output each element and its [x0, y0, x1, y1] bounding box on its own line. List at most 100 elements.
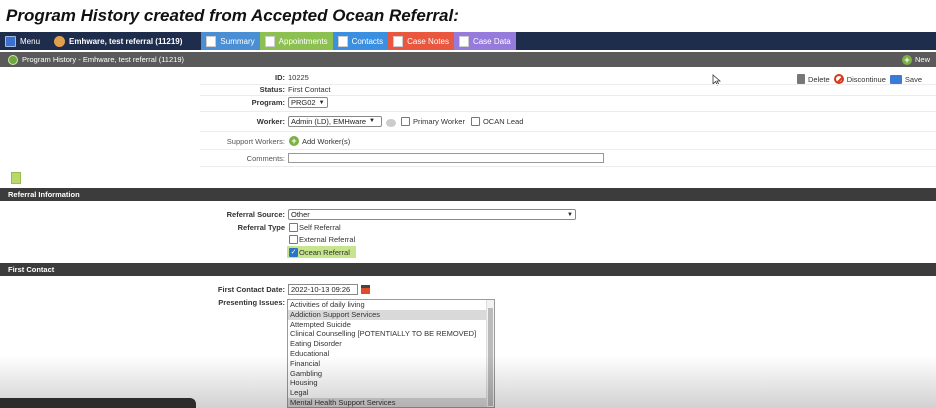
menu-icon [5, 35, 16, 47]
tab-case-notes[interactable]: Case Notes [388, 32, 454, 50]
tab-case-data[interactable]: Case Data [453, 32, 516, 50]
add-worker-label: Add Worker(s) [302, 136, 351, 146]
program-label: Program: [251, 98, 285, 107]
first-contact-date-value: 2022-10-13 09:26 [291, 285, 351, 294]
list-item[interactable]: Financial [288, 359, 486, 369]
list-item[interactable]: Educational [288, 349, 486, 359]
list-item[interactable]: Attempted Suicide [288, 320, 486, 330]
self-referral-checkbox[interactable] [289, 223, 298, 232]
divider [200, 95, 936, 96]
menu-button[interactable]: Menu [0, 32, 45, 50]
program-select[interactable]: PRG02 ▼ [288, 97, 328, 108]
list-item[interactable]: Housing [288, 378, 486, 388]
save-label: Save [904, 74, 922, 84]
worker-select[interactable]: Admin (LD), EMHware ▼ [288, 115, 382, 127]
program-row: Program: PRG02 ▼ [200, 97, 328, 108]
new-button[interactable]: + New [901, 54, 936, 65]
self-referral-label: Self Referral [299, 223, 341, 232]
client-button[interactable]: Emhware, test referral (11219) [49, 32, 187, 50]
program-history-title: Program History - Emhware, test referral… [0, 54, 184, 65]
comments-textarea[interactable] [288, 153, 604, 163]
case-notes-icon [393, 35, 404, 47]
client-label: Emhware, test referral (11219) [69, 36, 183, 46]
referral-type-row: Referral Type Self Referral [200, 223, 341, 232]
ocean-referral-label: Ocean Referral [299, 247, 350, 257]
first-contact-section-header: First Contact [0, 263, 936, 276]
discontinue-icon [833, 74, 844, 84]
list-item[interactable]: Clinical Counselling [POTENTIALLY TO BE … [288, 329, 486, 339]
program-history-title-text: Program History - Emhware, test referral… [22, 55, 184, 64]
list-item[interactable]: Mental Health Support Services [288, 397, 486, 407]
listbox-scrollbar[interactable] [486, 300, 494, 407]
presenting-issues-row: Presenting Issues: [200, 298, 285, 307]
ocan-lead-checkbox[interactable] [470, 116, 480, 126]
first-contact-date-input[interactable]: 2022-10-13 09:26 [288, 284, 358, 295]
comments-row: Comments: [200, 153, 604, 163]
page-heading: Program History created from Accepted Oc… [6, 6, 459, 25]
contacts-icon [337, 35, 348, 47]
trash-icon [797, 74, 805, 84]
calendar-icon[interactable] [361, 285, 370, 294]
referral-section-header: Referral Information [0, 188, 936, 201]
case-data-icon [458, 35, 469, 47]
referral-type-label: Referral Type [237, 223, 285, 232]
video-player-controls[interactable] [0, 398, 196, 408]
program-history-icon [8, 54, 18, 65]
save-button[interactable]: Save [889, 74, 922, 84]
primary-worker-checkbox[interactable] [401, 116, 410, 126]
delete-button[interactable]: Delete [797, 74, 830, 84]
worker-row: Worker: Admin (LD), EMHware ▼ Primary Wo… [200, 115, 523, 127]
external-referral-checkbox[interactable] [289, 235, 298, 244]
list-item[interactable]: Addiction Support Services [288, 309, 486, 320]
plus-icon: + [289, 136, 299, 146]
first-contact-date-row: First Contact Date: 2022-10-13 09:26 [200, 284, 370, 295]
tab-case-notes-label: Case Notes [407, 36, 449, 46]
tab-appointments-label: Appointments [278, 36, 328, 46]
tab-summary-label: Summary [220, 36, 255, 46]
tab-contacts[interactable]: Contacts [332, 32, 389, 50]
notes-icon[interactable] [11, 172, 21, 184]
discontinue-button[interactable]: Discontinue [833, 74, 886, 84]
status-value: First Contact [288, 85, 331, 94]
presenting-issues-listbox[interactable]: Activities of daily living Addiction Sup… [287, 299, 495, 408]
client-avatar-icon [54, 35, 66, 47]
chevron-down-icon: ▼ [567, 211, 573, 218]
add-worker-button[interactable]: + Add Worker(s) [289, 136, 350, 146]
menu-label: Menu [20, 36, 41, 46]
comments-label: Comments: [246, 153, 285, 163]
support-workers-row: Support Workers: + Add Worker(s) [200, 136, 350, 146]
support-workers-label: Support Workers: [226, 136, 285, 146]
ocean-referral-checkbox[interactable]: ✓ [289, 247, 298, 257]
list-item[interactable]: Activities of daily living [288, 300, 486, 310]
discontinue-label: Discontinue [846, 74, 886, 84]
divider [200, 131, 936, 132]
list-item[interactable]: Eating Disorder [288, 339, 486, 349]
summary-icon [206, 35, 217, 47]
referral-source-value: Other [291, 210, 310, 219]
list-item[interactable]: Legal [288, 388, 486, 398]
divider [200, 111, 936, 112]
divider [200, 166, 936, 167]
status-label: Status: [259, 85, 285, 94]
appointments-icon [264, 35, 275, 47]
list-item[interactable]: Gambling [288, 369, 486, 379]
program-history-bar: Program History - Emhware, test referral… [0, 52, 936, 67]
save-folder-icon [889, 74, 902, 84]
referral-source-row: Referral Source: Other ▼ [200, 209, 576, 220]
id-row: ID: 10225 [200, 73, 600, 82]
scrollbar-thumb[interactable] [488, 308, 493, 406]
status-row: Status: First Contact [200, 85, 331, 94]
tab-appointments[interactable]: Appointments [259, 32, 333, 50]
plus-icon: + [901, 54, 912, 65]
tab-summary[interactable]: Summary [201, 32, 260, 50]
new-label: New [914, 55, 930, 64]
primary-worker-label: Primary Worker [413, 116, 465, 126]
presenting-issues-label: Presenting Issues: [218, 298, 285, 307]
worker-label: Worker: [256, 116, 285, 126]
chevron-down-icon: ▼ [318, 99, 325, 106]
delete-label: Delete [808, 74, 830, 84]
referral-source-select[interactable]: Other ▼ [288, 209, 576, 220]
link-worker-icon[interactable] [386, 119, 396, 127]
chevron-down-icon: ▼ [369, 118, 375, 124]
worker-select-value: Admin (LD), EMHware [291, 116, 367, 126]
